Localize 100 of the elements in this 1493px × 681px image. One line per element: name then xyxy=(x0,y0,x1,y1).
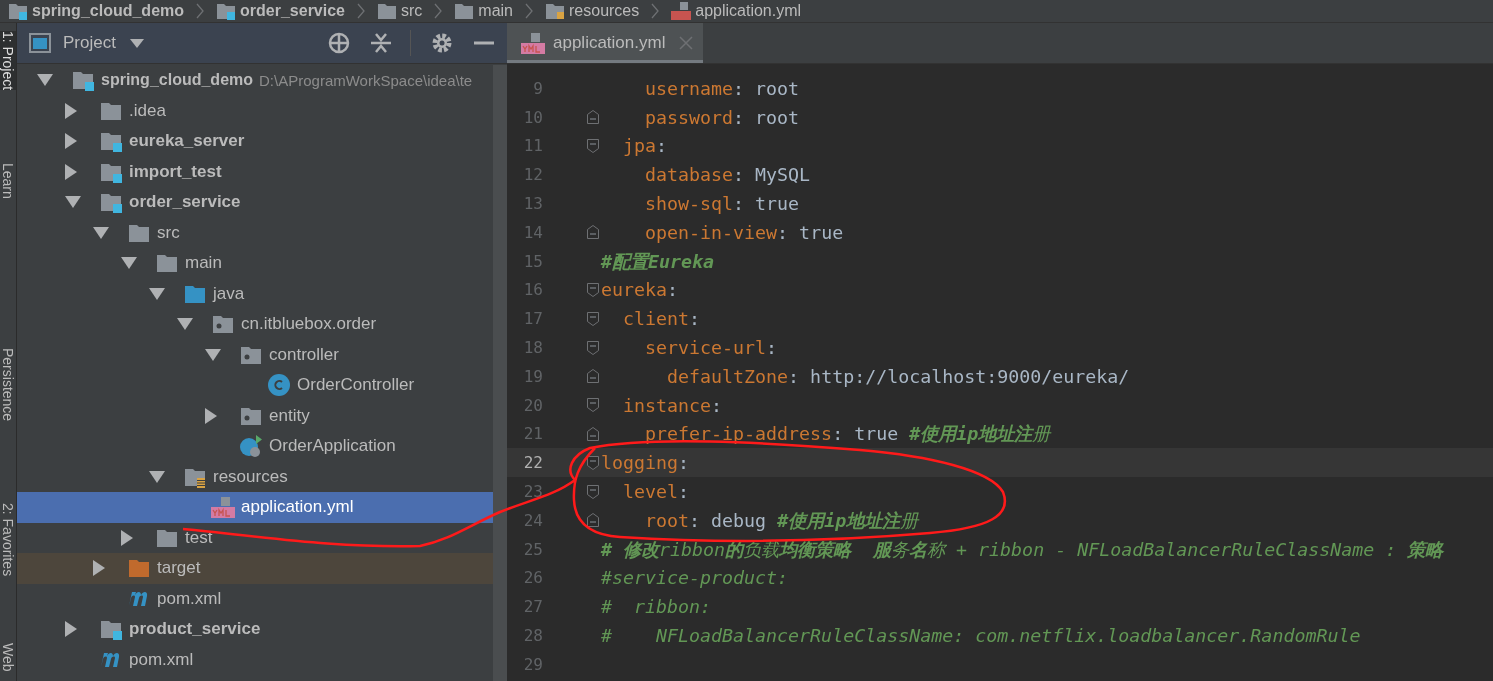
fold-marker-icon[interactable] xyxy=(587,455,599,470)
fold-marker-icon[interactable] xyxy=(587,398,599,413)
collapsed-arrow-icon[interactable] xyxy=(65,621,77,638)
tree-item[interactable]: .idea xyxy=(129,100,166,121)
maven-file-icon xyxy=(128,590,150,607)
tree-item[interactable]: order_service xyxy=(129,192,241,213)
line-number: 20 xyxy=(522,395,543,415)
code-line: defaultZone: http://localhost:9000/eureka/ xyxy=(666,365,1130,387)
breadcrumb-item[interactable]: resources xyxy=(569,2,640,20)
code-line: database: MySQL xyxy=(644,164,811,186)
collapsed-arrow-icon[interactable] xyxy=(121,529,133,546)
line-number: 24 xyxy=(522,510,543,530)
fold-marker-icon[interactable] xyxy=(587,484,599,499)
code-line: logging: xyxy=(601,452,690,474)
collapsed-arrow-icon[interactable] xyxy=(65,133,77,150)
tree-item[interactable]: target xyxy=(157,558,201,579)
tree-item[interactable]: eureka_server xyxy=(129,131,245,152)
line-number: 15 xyxy=(522,251,543,271)
tree-item[interactable]: java xyxy=(213,283,245,304)
code-line: username: root xyxy=(644,77,800,99)
expanded-arrow-icon[interactable] xyxy=(93,226,109,239)
code-line: show-sql: true xyxy=(644,193,800,215)
collapse-all-icon[interactable] xyxy=(370,32,392,54)
breadcrumb-item[interactable]: main xyxy=(478,2,513,20)
expanded-arrow-icon[interactable] xyxy=(65,196,81,209)
code-line: #配置Eureka xyxy=(601,249,715,274)
code-line: service-url: xyxy=(644,337,778,359)
fold-marker-icon[interactable] xyxy=(587,282,599,297)
tool-window-tab[interactable]: Persistence xyxy=(0,348,16,422)
chevron-icon xyxy=(525,3,533,19)
breadcrumb-item[interactable]: src xyxy=(401,2,423,20)
tree-item[interactable]: application.yml xyxy=(241,497,354,518)
code-line: instance: xyxy=(622,394,723,416)
collapsed-arrow-icon[interactable] xyxy=(205,407,217,424)
line-number: 29 xyxy=(522,654,543,674)
breadcrumb-item[interactable]: spring_cloud_demo xyxy=(32,2,185,20)
chevron-icon xyxy=(357,3,365,19)
collapsed-arrow-icon[interactable] xyxy=(65,102,77,119)
tree-item[interactable]: pom.xml xyxy=(157,588,222,609)
tree-item[interactable]: OrderApplication xyxy=(269,436,396,457)
line-number: 14 xyxy=(522,222,543,242)
expanded-arrow-icon[interactable] xyxy=(149,287,165,300)
tool-window-tab[interactable]: Learn xyxy=(0,163,16,199)
collapsed-arrow-icon[interactable] xyxy=(65,163,77,180)
tree-item[interactable]: cn.itbluebox.order xyxy=(241,314,377,335)
line-number: 11 xyxy=(522,136,543,156)
settings-icon[interactable] xyxy=(431,32,453,54)
tool-window-tab[interactable]: Web xyxy=(0,643,16,672)
tree-item[interactable]: spring_cloud_demo xyxy=(101,71,254,90)
line-number: 13 xyxy=(522,194,543,214)
line-number: 23 xyxy=(522,482,543,502)
class-icon xyxy=(267,373,291,398)
tree-item[interactable]: product_service xyxy=(129,619,261,640)
code-line: root: debug #使用ip地址注册 xyxy=(644,508,919,533)
tool-window-tab[interactable]: 2: Favorites xyxy=(0,503,16,577)
expanded-arrow-icon[interactable] xyxy=(37,74,53,87)
tree-item[interactable]: src xyxy=(157,222,180,243)
expanded-arrow-icon[interactable] xyxy=(177,318,193,331)
fold-marker-icon[interactable] xyxy=(587,139,599,153)
folder-icon xyxy=(454,2,475,20)
panel-title[interactable]: Project xyxy=(63,33,116,53)
expanded-arrow-icon[interactable] xyxy=(149,470,165,483)
crosshair-icon[interactable] xyxy=(328,32,350,54)
module-folder-icon xyxy=(216,2,237,20)
tree-item[interactable]: pom.xml xyxy=(129,649,194,670)
tree-item[interactable]: test xyxy=(185,527,213,548)
breadcrumb-item[interactable]: application.yml xyxy=(695,2,802,20)
line-number: 9 xyxy=(532,78,543,98)
line-number: 27 xyxy=(522,597,543,617)
collapsed-arrow-icon[interactable] xyxy=(93,560,105,577)
code-line: prefer-ip-address: true #使用ip地址注册 xyxy=(644,422,1051,447)
fold-end-marker-icon[interactable] xyxy=(587,225,599,240)
scrollbar[interactable] xyxy=(493,65,507,681)
tree-item[interactable]: entity xyxy=(269,405,310,426)
fold-marker-icon[interactable] xyxy=(587,340,599,355)
fold-end-marker-icon[interactable] xyxy=(587,513,599,528)
tree-item[interactable]: resources xyxy=(213,466,288,487)
spring-class-icon xyxy=(239,434,263,459)
chevron-icon xyxy=(434,3,443,19)
fold-marker-icon[interactable] xyxy=(587,311,599,326)
code-line: # ribbon: xyxy=(601,596,712,618)
line-number: 16 xyxy=(522,280,543,300)
fold-end-marker-icon[interactable] xyxy=(587,426,599,441)
tree-item[interactable]: controller xyxy=(269,344,339,365)
code-line: password: root xyxy=(644,106,800,128)
expanded-arrow-icon[interactable] xyxy=(205,348,221,361)
tool-window-tab[interactable]: 1: Project xyxy=(0,31,16,91)
tree-item[interactable]: OrderController xyxy=(297,375,415,396)
dropdown-caret-icon[interactable] xyxy=(129,38,144,48)
fold-end-marker-icon[interactable] xyxy=(587,110,599,125)
fold-end-marker-icon[interactable] xyxy=(587,369,599,384)
expanded-arrow-icon[interactable] xyxy=(121,257,137,270)
yml-file-icon xyxy=(521,31,545,55)
tree-item[interactable]: import_test xyxy=(129,161,222,182)
breadcrumb-item[interactable]: order_service xyxy=(240,2,345,20)
editor-tab[interactable]: application.yml xyxy=(507,23,704,63)
path-text: D:\AProgramWorkSpace\idea\te xyxy=(259,71,473,89)
tree-item[interactable]: main xyxy=(185,253,222,274)
line-number: 21 xyxy=(522,424,543,444)
folder-icon xyxy=(377,2,397,20)
